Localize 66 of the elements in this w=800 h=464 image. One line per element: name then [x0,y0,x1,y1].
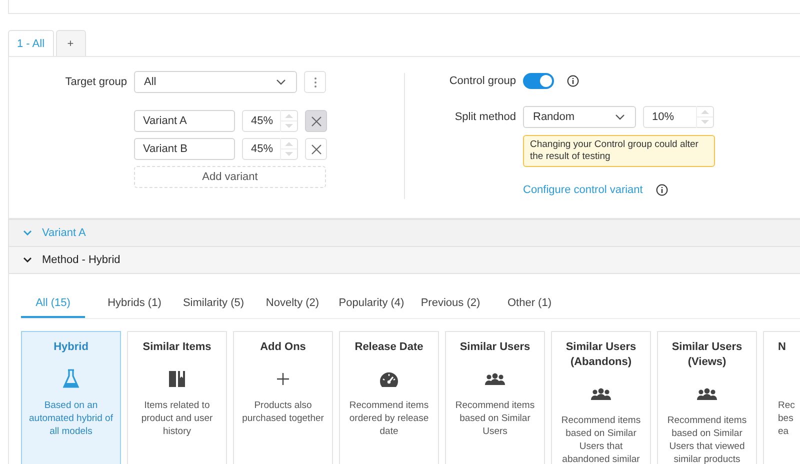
section-header[interactable]: Method - Hybrid [8,246,800,273]
method-card[interactable]: Similar Users (Abandons) Recommend items based on Similar Users that abandoned similar [551,331,651,464]
card-description: Recommend items based on Similar Users [454,399,536,438]
chevron-icon [615,114,625,120]
spinner-icon [696,106,713,128]
variant-name-field[interactable]: Variant B [134,138,235,160]
method-card[interactable]: Add Ons Products also purchased together [233,331,333,464]
users-icon [697,388,717,400]
spinner-icon [280,138,297,160]
warning-message: Changing your Control group could alter the result of testing [523,135,715,167]
share-field[interactable]: 45% [242,138,298,160]
method-card[interactable]: Similar Items Items related to product and user history [127,331,227,464]
method-card[interactable]: N Rec bes ea [763,331,800,464]
method-card[interactable]: Similar Users (Views) Recommend items based on Similar Users that viewed similar products [657,331,757,464]
method-card[interactable]: Release Date Recommend items ordered by release date [339,331,439,464]
method-tab[interactable]: Hybrids (1) [95,289,174,318]
card-description: Recommend items based on Similar Users that abandoned similar [560,414,642,464]
more-icon [314,76,316,88]
chevron-icon [276,79,286,85]
card-title: N [778,340,786,355]
card-title: Release Date [354,340,424,355]
method-tab[interactable]: Previous (2) [411,289,490,318]
field-label: Control group [448,75,516,87]
users-icon [591,388,611,400]
card-description: Recommend items ordered by release date [348,399,430,438]
info-icon [567,75,579,87]
target-group-select[interactable]: All [134,71,297,93]
card-title: Similar Users (Abandons) [564,340,638,370]
method-tab[interactable]: Similarity (5) [174,289,253,318]
share-field[interactable]: 45% [242,110,298,132]
close-icon [310,116,322,126]
remove-button[interactable] [305,138,327,160]
card-title: Hybrid [54,340,88,355]
card-title: Similar Items [142,340,212,355]
method-tab[interactable]: Popularity (4) [332,289,411,318]
close-icon [310,144,322,154]
flask-icon [63,369,79,389]
gauge-icon [379,370,399,388]
card-description: Based on an automated hybrid of all models [28,399,114,438]
method-tab[interactable]: Other (1) [490,289,569,318]
card-title: Add Ons [260,340,306,355]
card-description: Recommend items based on Similar Users that viewed similar products [666,414,748,464]
card-description: Rec bes ea [778,399,795,438]
chevron-icon [23,257,32,263]
book-icon [168,369,186,389]
method-tab[interactable]: Novelty (2) [253,289,332,318]
spinner-icon [280,110,297,132]
users-icon [485,373,505,385]
remove-button[interactable] [305,110,327,132]
split-method-select[interactable]: Random [523,106,636,128]
card-description: Items related to product and user history [140,399,214,438]
card-title: Similar Users [460,340,530,355]
variant-name-field[interactable]: Variant A [134,110,235,132]
card-description: Products also purchased together [241,399,325,425]
info-icon [656,184,668,196]
add-variant-button[interactable]: Add variant [134,166,326,188]
tab[interactable]: + [56,30,86,56]
plus-icon [277,373,289,385]
toggle-switch[interactable] [523,73,554,89]
field-label: Split method [454,111,516,123]
share-field[interactable]: 10% [643,106,714,128]
card-title: Similar Users (Views) [670,340,744,370]
chevron-icon [23,230,32,236]
method-card[interactable]: Similar Users Recommend items based on Similar Users [445,331,545,464]
field-label: Target group [64,76,127,88]
method-card[interactable]: Hybrid Based on an automated hybrid of all models [21,331,121,464]
